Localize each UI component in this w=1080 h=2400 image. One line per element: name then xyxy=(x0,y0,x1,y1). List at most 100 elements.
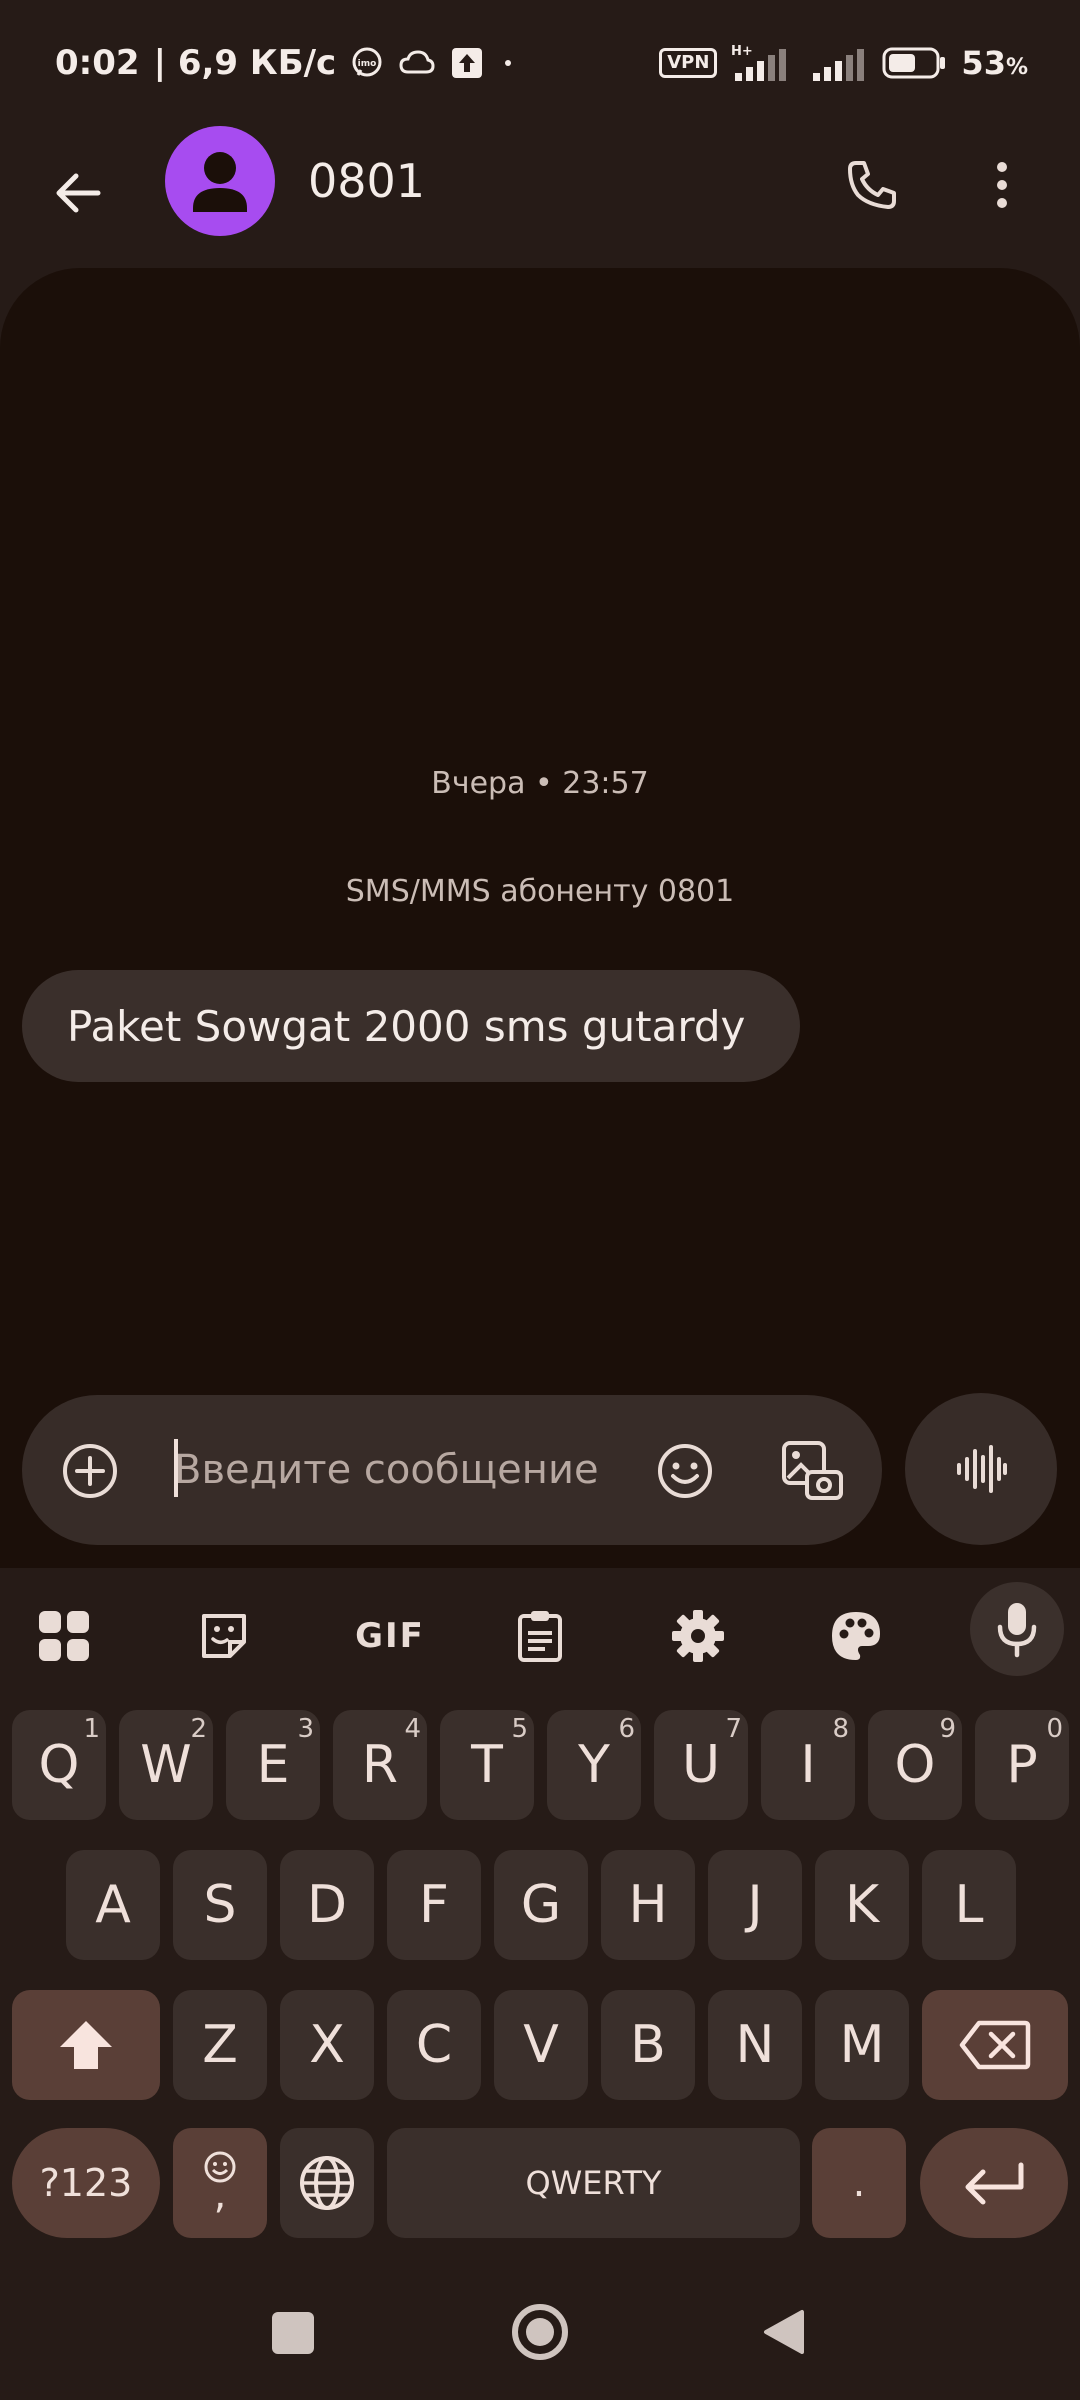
backspace-key[interactable] xyxy=(922,1990,1068,2100)
status-speed: | 6,9 КБ/с xyxy=(153,43,337,83)
key-g[interactable]: G xyxy=(494,1850,588,1960)
key-c[interactable]: C xyxy=(387,1990,481,2100)
navigation-bar xyxy=(0,2260,1080,2400)
key-w[interactable]: W2 xyxy=(119,1710,213,1820)
space-key[interactable]: QWERTY xyxy=(387,2128,800,2238)
add-circle-icon xyxy=(63,1444,117,1498)
key-r[interactable]: R4 xyxy=(333,1710,427,1820)
status-left: 0:02 | 6,9 КБ/с imo xyxy=(55,38,518,88)
key-e[interactable]: E3 xyxy=(226,1710,320,1820)
back-button[interactable] xyxy=(40,155,116,231)
language-key[interactable] xyxy=(280,2128,374,2238)
sticker-button[interactable] xyxy=(184,1596,264,1676)
battery-level: 53% xyxy=(961,44,1028,82)
emoji-button[interactable] xyxy=(647,1433,723,1509)
enter-arrow-icon xyxy=(965,2162,1024,2205)
gallery-button[interactable] xyxy=(772,1431,852,1511)
imo-icon: imo xyxy=(350,46,384,80)
clipboard-button[interactable] xyxy=(500,1596,580,1676)
key-o[interactable]: O9 xyxy=(868,1710,962,1820)
key-u[interactable]: U7 xyxy=(654,1710,748,1820)
emoji-comma-key[interactable]: , xyxy=(173,2128,267,2238)
status-time: 0:02 xyxy=(55,43,140,83)
key-l[interactable]: L xyxy=(922,1850,1016,1960)
globe-icon xyxy=(300,2156,354,2210)
more-vert-icon xyxy=(997,162,1007,208)
signal-icon-2 xyxy=(811,43,867,83)
key-p[interactable]: P0 xyxy=(975,1710,1069,1820)
key-m[interactable]: M xyxy=(815,1990,909,2100)
app-bar: 0801 xyxy=(0,120,1080,270)
key-b[interactable]: B xyxy=(601,1990,695,2100)
keyboard-mic-button[interactable] xyxy=(970,1582,1064,1676)
key-q[interactable]: Q1 xyxy=(12,1710,106,1820)
mic-icon xyxy=(997,1603,1037,1658)
key-i[interactable]: I8 xyxy=(761,1710,855,1820)
keyboard-toolbar: GIF xyxy=(0,1568,1080,1690)
key-v[interactable]: V xyxy=(494,1990,588,2100)
voice-message-button[interactable] xyxy=(905,1393,1057,1545)
waveform-icon xyxy=(957,1445,1007,1493)
cloud-icon xyxy=(398,48,436,78)
key-d[interactable]: D xyxy=(280,1850,374,1960)
compose-bar xyxy=(22,1395,882,1545)
home-button[interactable] xyxy=(512,2304,568,2360)
recents-button[interactable] xyxy=(272,2312,314,2354)
person-icon xyxy=(193,152,247,212)
key-z[interactable]: Z xyxy=(173,1990,267,2100)
call-button[interactable] xyxy=(835,148,909,222)
clipboard-icon xyxy=(518,1611,562,1662)
nav-back-button[interactable] xyxy=(762,2308,806,2356)
key-y[interactable]: Y6 xyxy=(547,1710,641,1820)
key-s[interactable]: S xyxy=(173,1850,267,1960)
shift-icon xyxy=(60,2021,112,2069)
signal-icon: H+ xyxy=(731,43,797,83)
conversation-area[interactable] xyxy=(0,268,1080,1568)
upload-icon xyxy=(450,46,484,80)
page-title: 0801 xyxy=(308,154,426,208)
status-bar: 0:02 | 6,9 КБ/с imo VPN H+ 53% xyxy=(0,0,1080,120)
attach-button[interactable] xyxy=(52,1433,128,1509)
message-text: Paket Sowgat 2000 sms gutardy xyxy=(67,1001,746,1051)
key-x[interactable]: X xyxy=(280,1990,374,2100)
key-t[interactable]: T5 xyxy=(440,1710,534,1820)
shift-key[interactable] xyxy=(12,1990,160,2100)
key-a[interactable]: A xyxy=(66,1850,160,1960)
arrow-back-icon xyxy=(56,173,101,213)
apps-grid-icon xyxy=(39,1611,89,1661)
theme-button[interactable] xyxy=(816,1596,896,1676)
message-input[interactable] xyxy=(150,1435,650,1505)
vpn-badge: VPN xyxy=(659,48,718,78)
key-n[interactable]: N xyxy=(708,1990,802,2100)
image-camera-icon xyxy=(782,1441,843,1500)
gif-button[interactable]: GIF xyxy=(340,1596,440,1676)
battery-icon xyxy=(881,45,947,81)
triangle-back-icon xyxy=(764,2310,804,2354)
text-cursor xyxy=(174,1439,178,1497)
enter-key[interactable] xyxy=(920,2128,1068,2238)
message-bubble[interactable]: Paket Sowgat 2000 sms gutardy xyxy=(22,970,801,1082)
more-options-button[interactable] xyxy=(965,148,1039,222)
message-timestamp: Вчера • 23:57 xyxy=(431,766,649,801)
apps-button[interactable] xyxy=(24,1596,104,1676)
settings-button[interactable] xyxy=(658,1596,738,1676)
sms-recipient-label: SMS/MMS абоненту 0801 xyxy=(345,874,735,909)
avatar[interactable] xyxy=(165,126,275,236)
backspace-icon xyxy=(959,2020,1031,2070)
key-k[interactable]: K xyxy=(815,1850,909,1960)
gif-label: GIF xyxy=(355,1616,425,1656)
sticker-icon xyxy=(202,1614,246,1658)
period-key[interactable]: . xyxy=(812,2128,906,2238)
gear-icon xyxy=(672,1610,724,1662)
phone-icon xyxy=(848,161,896,209)
comma-label: , xyxy=(213,2172,227,2218)
imo-label: imo xyxy=(358,59,377,69)
keyboard: GIF Q 1 W 2 E 3 R 4 T 5 Y 6 U 7 I 8 O 9 … xyxy=(0,1568,1080,2260)
symbols-key[interactable]: ?123 xyxy=(12,2128,160,2238)
dot-icon xyxy=(498,53,518,73)
key-f[interactable]: F xyxy=(387,1850,481,1960)
key-h[interactable]: H xyxy=(601,1850,695,1960)
palette-icon xyxy=(832,1612,880,1660)
status-right: VPN H+ 53% xyxy=(659,38,1028,88)
key-j[interactable]: J xyxy=(708,1850,802,1960)
